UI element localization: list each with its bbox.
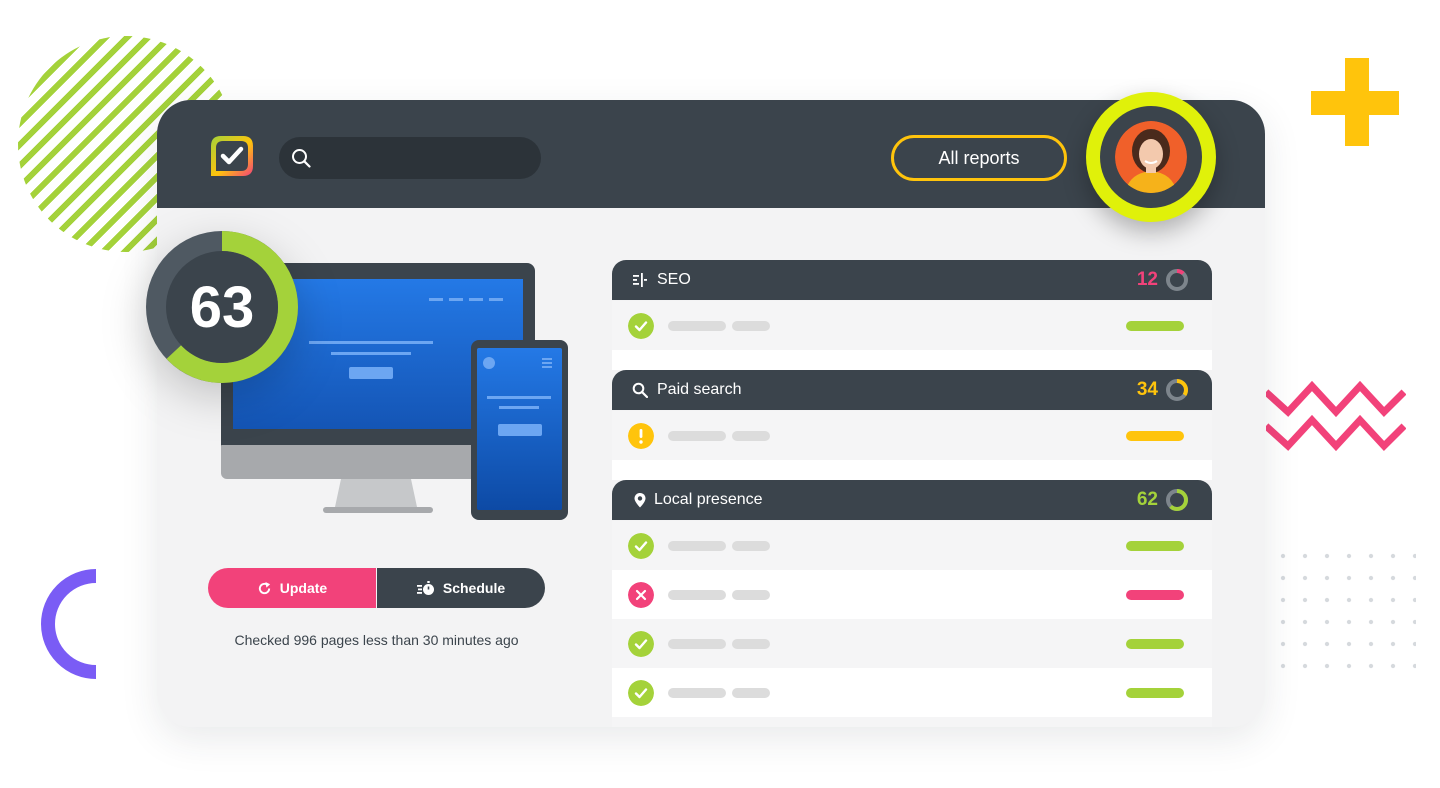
overall-score-gauge: 63	[146, 231, 298, 383]
placeholder-bar	[668, 639, 726, 649]
search-icon	[632, 382, 648, 398]
placeholder-bar	[732, 590, 770, 600]
seo-panel-footer	[612, 350, 1212, 370]
success-check-icon	[628, 533, 654, 559]
seo-icon	[633, 273, 647, 287]
seo-panel-header[interactable]: SEO 12	[612, 260, 1212, 300]
update-label: Update	[279, 580, 328, 596]
placeholder-bar	[732, 639, 770, 649]
local-presence-score-value: 62	[1136, 489, 1158, 510]
overall-score-value: 63	[189, 274, 255, 340]
status-meter	[1126, 541, 1184, 551]
all-reports-button[interactable]: All reports	[891, 135, 1067, 181]
paid-search-panel-footer	[612, 460, 1212, 480]
status-meter	[1126, 688, 1184, 698]
search-input[interactable]	[279, 137, 541, 179]
placeholder-bar	[668, 541, 726, 551]
paid-search-panel-title: Paid search	[657, 381, 742, 398]
placeholder-bar	[732, 431, 770, 441]
placeholder-bar	[732, 321, 770, 331]
seo-panel-title: SEO	[657, 271, 691, 288]
dot-grid-decoration	[1272, 545, 1416, 683]
placeholder-bar	[668, 431, 726, 441]
app-logo-icon	[211, 136, 253, 176]
placeholder-bar	[668, 590, 726, 600]
placeholder-bar	[732, 688, 770, 698]
success-check-icon	[628, 680, 654, 706]
status-meter	[1126, 590, 1184, 600]
stopwatch-icon	[416, 581, 434, 595]
avatar	[1115, 121, 1187, 193]
placeholder-bar	[668, 321, 726, 331]
schedule-button[interactable]: Schedule	[377, 568, 545, 608]
paid-search-panel-header[interactable]: Paid search 34	[612, 370, 1212, 410]
local-presence-check-row[interactable]	[612, 521, 1212, 570]
success-check-icon	[628, 313, 654, 339]
search-icon	[292, 149, 311, 168]
paid-search-score-ring	[1166, 379, 1188, 401]
warning-icon	[628, 423, 654, 449]
status-meter	[1126, 639, 1184, 649]
mobile-phone-illustration	[471, 340, 568, 520]
schedule-label: Schedule	[442, 580, 506, 596]
user-avatar-button[interactable]	[1086, 92, 1216, 222]
list-fade	[612, 717, 1212, 727]
status-meter	[1126, 431, 1184, 441]
seo-score-value: 12	[1136, 269, 1158, 290]
error-x-icon	[628, 582, 654, 608]
local-presence-panel-header[interactable]: Local presence 62	[612, 480, 1212, 520]
last-checked-text: Checked 996 pages less than 30 minutes a…	[234, 632, 519, 648]
seo-check-row[interactable]	[612, 301, 1212, 350]
paid-search-check-row[interactable]	[612, 411, 1212, 460]
local-presence-check-row[interactable]	[612, 570, 1212, 619]
seo-score-ring	[1166, 269, 1188, 291]
plus-decoration-vertical	[1345, 58, 1369, 146]
placeholder-bar	[732, 541, 770, 551]
update-button[interactable]: Update	[208, 568, 376, 608]
local-presence-check-row[interactable]	[612, 668, 1212, 717]
status-meter	[1126, 321, 1184, 331]
local-presence-panel-title: Local presence	[654, 491, 763, 508]
success-check-icon	[628, 631, 654, 657]
location-pin-icon	[634, 493, 646, 508]
avatar-frame	[1100, 106, 1202, 208]
paid-search-score-value: 34	[1136, 379, 1158, 400]
local-presence-score-ring	[1166, 489, 1188, 511]
placeholder-bar	[668, 688, 726, 698]
arc-decoration	[41, 569, 97, 679]
local-presence-check-row[interactable]	[612, 619, 1212, 668]
zigzag-decoration	[1266, 380, 1406, 452]
refresh-icon	[258, 581, 270, 594]
